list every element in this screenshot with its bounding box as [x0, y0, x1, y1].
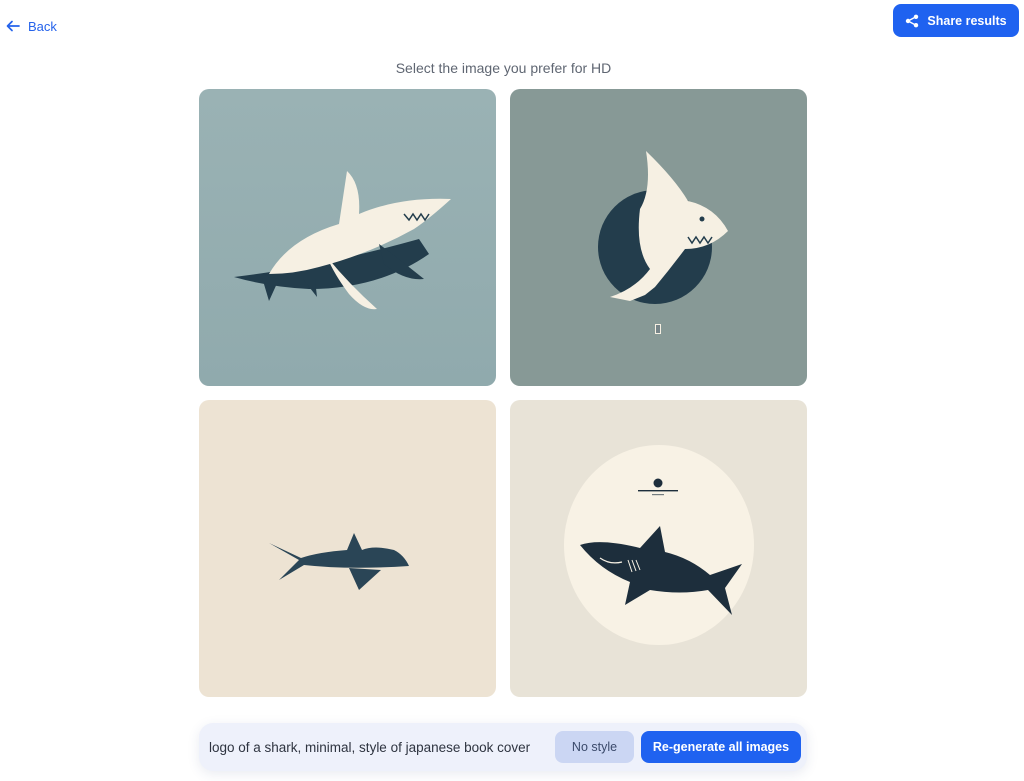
shark-illustration	[199, 400, 496, 697]
page-subtitle: Select the image you prefer for HD	[395, 60, 612, 76]
shark-image-1[interactable]	[199, 89, 496, 386]
arrow-left-icon	[6, 20, 20, 32]
share-results-button[interactable]: Share results	[893, 4, 1019, 37]
share-icon	[906, 14, 919, 27]
back-label: Back	[28, 18, 57, 34]
prompt-input[interactable]	[209, 735, 543, 759]
share-label: Share results	[927, 13, 1007, 28]
regenerate-button[interactable]: Re-generate all images	[641, 731, 801, 763]
shark-image-4[interactable]	[510, 400, 807, 697]
shark-illustration	[199, 89, 496, 386]
shark-image-2[interactable]	[510, 89, 807, 386]
shark-illustration	[510, 400, 807, 697]
shark-illustration	[510, 89, 807, 386]
back-link[interactable]: Back	[6, 16, 57, 36]
prompt-bar: No style Re-generate all images	[199, 723, 807, 771]
shark-image-3[interactable]	[199, 400, 496, 697]
style-button[interactable]: No style	[555, 731, 634, 763]
